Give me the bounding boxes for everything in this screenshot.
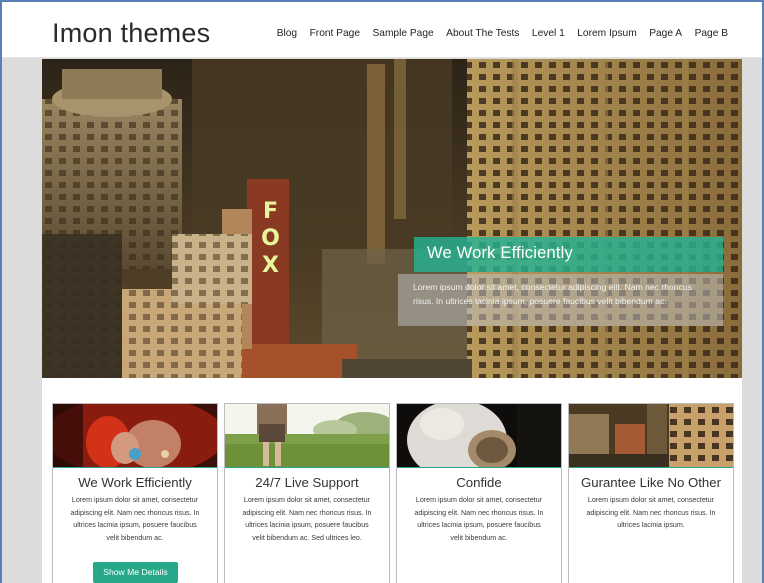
feature-text: Lorem ipsum dolor sit amet, consectetur … xyxy=(586,496,716,530)
fox-sign: FOX xyxy=(256,199,283,288)
hero-heading: We Work Efficiently xyxy=(414,237,723,272)
nav-item-level-1[interactable]: Level 1 xyxy=(532,28,565,39)
feature-card: Gurantee Like No Other Lorem ipsum dolor… xyxy=(568,403,734,583)
feature-text: Lorem ipsum dolor sit amet, consectetur … xyxy=(414,496,544,542)
feature-image-helmet xyxy=(397,404,561,468)
feature-image-city xyxy=(569,404,733,468)
feature-text: Lorem ipsum dolor sit amet, consectetur … xyxy=(70,496,200,542)
feature-title: We Work Efficiently xyxy=(78,475,192,490)
feature-title: Confide xyxy=(456,475,502,490)
feature-card: Confide Lorem ipsum dolor sit amet, cons… xyxy=(396,403,562,583)
nav-item-lorem-ipsum[interactable]: Lorem Ipsum xyxy=(577,28,636,39)
feature-image-hands xyxy=(53,404,217,468)
hero-image xyxy=(42,59,742,378)
browser-viewport: Imon themes Blog Front Page Sample Page … xyxy=(0,0,764,583)
fox-sign-text: FOX xyxy=(258,199,283,280)
nav-item-sample-page[interactable]: Sample Page xyxy=(372,28,433,39)
show-details-button[interactable]: Show Me Details xyxy=(93,562,178,583)
hero-slider: FOX We Work Efficiently Lorem ipsum dolo… xyxy=(42,59,742,378)
nav-item-page-b[interactable]: Page B xyxy=(695,28,728,39)
nav-item-front-page[interactable]: Front Page xyxy=(310,28,360,39)
feature-title: Gurantee Like No Other xyxy=(580,475,721,490)
feature-text: Lorem ipsum dolor sit amet, consectetur … xyxy=(242,496,372,542)
site-title[interactable]: Imon themes xyxy=(52,18,210,49)
feature-title: 24/7 Live Support xyxy=(255,475,359,490)
site-header: Imon themes Blog Front Page Sample Page … xyxy=(2,2,762,58)
feature-image-field xyxy=(225,404,389,468)
feature-card: We Work Efficiently Lorem ipsum dolor si… xyxy=(52,403,218,583)
feature-card: 24/7 Live Support Lorem ipsum dolor sit … xyxy=(224,403,390,583)
main-nav: Blog Front Page Sample Page About The Te… xyxy=(277,28,728,39)
nav-item-blog[interactable]: Blog xyxy=(277,28,297,39)
nav-item-page-a[interactable]: Page A xyxy=(649,28,682,39)
hero-text: Lorem ipsum dolor sit amet, consectetur … xyxy=(398,274,723,326)
features-section: We Work Efficiently Lorem ipsum dolor si… xyxy=(42,378,742,583)
nav-item-about-the-tests[interactable]: About The Tests xyxy=(446,28,519,39)
